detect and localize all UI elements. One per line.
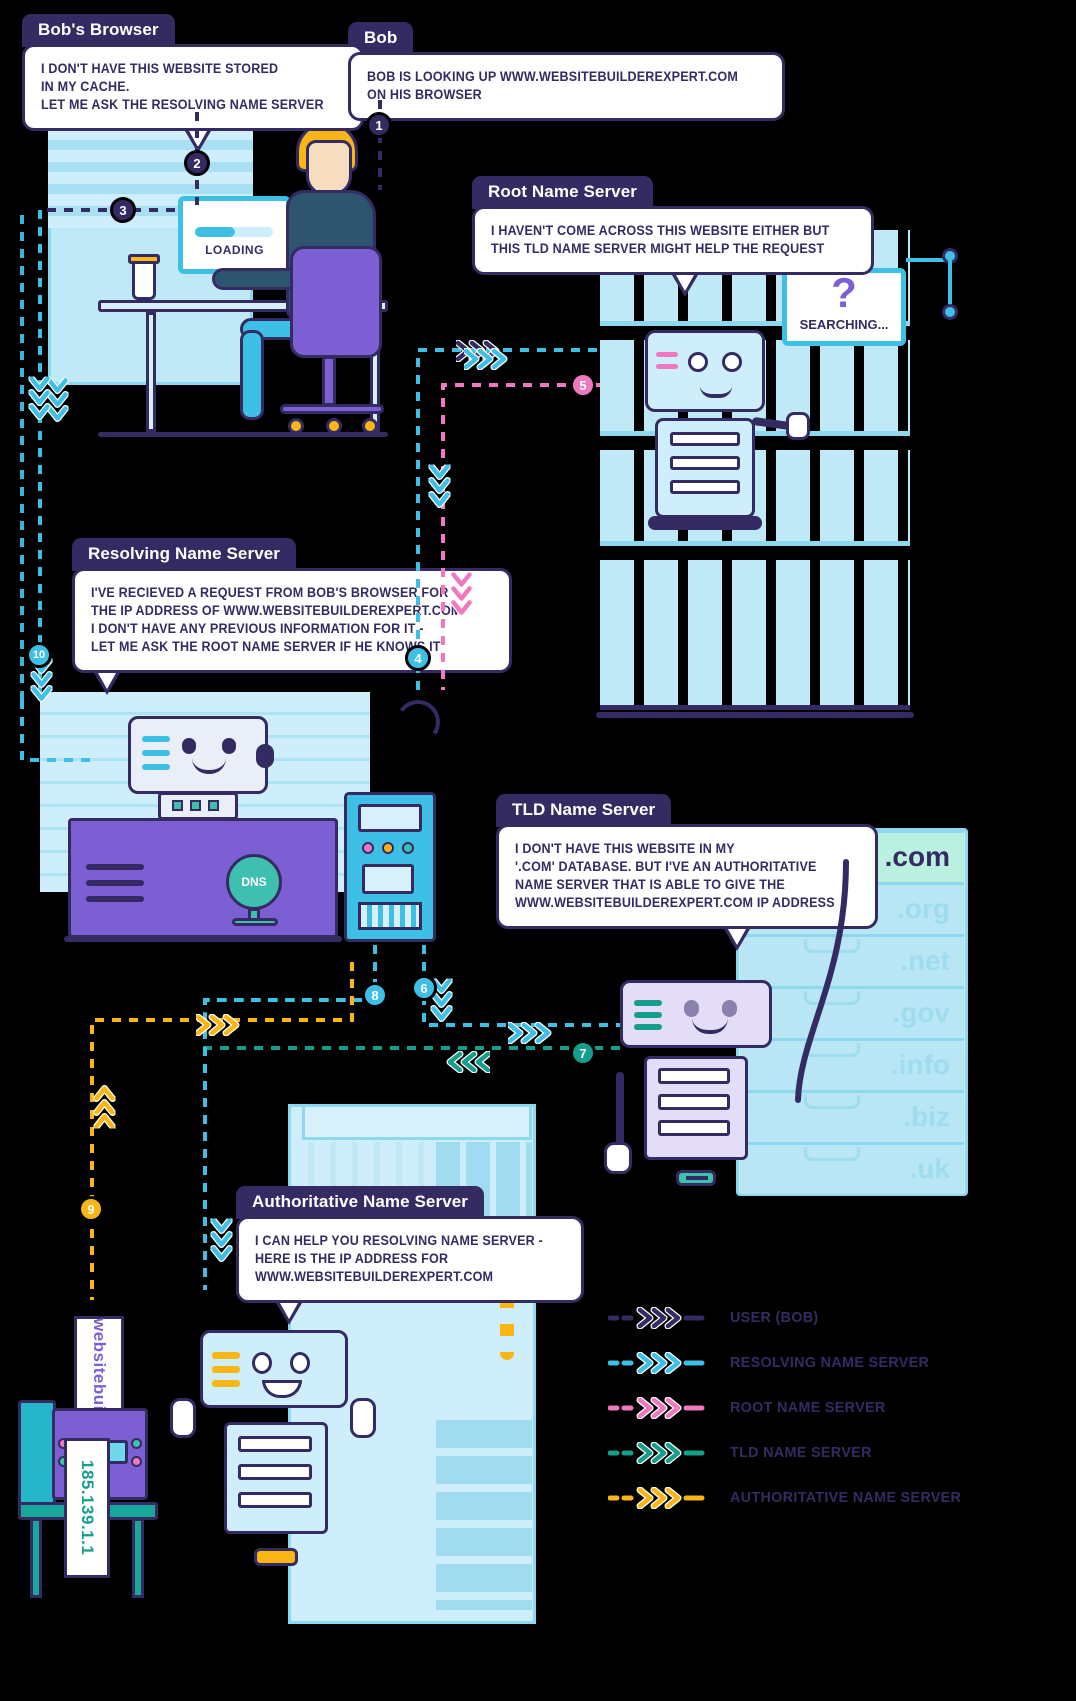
chevron-cluster-icon <box>462 347 518 375</box>
legend-label: AUTHORITATIVE NAME SERVER <box>730 1489 962 1506</box>
chevron-cluster-icon <box>206 1217 233 1273</box>
legend: USER (BOB) RESOLVING NAME SERVER ROOT NAME… <box>607 1295 1068 1520</box>
step-badge-10: 10 <box>26 642 52 668</box>
legend-item-4: AUTHORITATIVE NAME SERVER <box>607 1475 1068 1520</box>
tld-cable <box>795 859 849 1103</box>
legend-label: USER (BOB) <box>730 1309 819 1326</box>
legend-item-1: RESOLVING NAME SERVER <box>607 1340 1068 1385</box>
step-badge-6: 6 <box>411 975 437 1001</box>
legend-item-2: ROOT NAME SERVER <box>607 1385 1068 1430</box>
legend-item-0: USER (BOB) <box>607 1295 1068 1340</box>
legend-swatch-icon <box>607 1351 718 1374</box>
legend-label: TLD NAME SERVER <box>730 1444 872 1461</box>
chevron-cluster-icon <box>424 463 451 519</box>
chevron-cluster-icon <box>436 1046 492 1074</box>
dns-infographic: LOADING ? SEARCHING... DNS .com .org .ne… <box>0 0 1076 1701</box>
step-badge-8: 8 <box>362 982 388 1008</box>
legend-swatch-icon <box>607 1486 718 1509</box>
step-badge-2: 2 <box>184 150 210 176</box>
legend-label: RESOLVING NAME SERVER <box>730 1354 930 1371</box>
chevron-cluster-icon <box>506 1021 562 1049</box>
legend-label: ROOT NAME SERVER <box>730 1399 886 1416</box>
step-badge-7: 7 <box>570 1040 596 1066</box>
chevron-cluster-icon <box>446 571 473 627</box>
legend-swatch-icon <box>607 1441 718 1464</box>
step-badge-1: 1 <box>366 112 392 138</box>
legend-item-3: TLD NAME SERVER <box>607 1430 1068 1475</box>
legend-swatch-icon <box>607 1306 718 1329</box>
step-badge-9: 9 <box>78 1196 104 1222</box>
legend-swatch-icon <box>607 1396 718 1419</box>
step-badge-4: 4 <box>405 645 431 671</box>
step-badge-5: 5 <box>570 372 596 398</box>
chevron-cluster-icon <box>194 1013 250 1041</box>
chevron-cluster-icon <box>24 375 51 431</box>
chevron-cluster-icon <box>93 1075 121 1130</box>
step-badge-3: 3 <box>110 197 136 223</box>
